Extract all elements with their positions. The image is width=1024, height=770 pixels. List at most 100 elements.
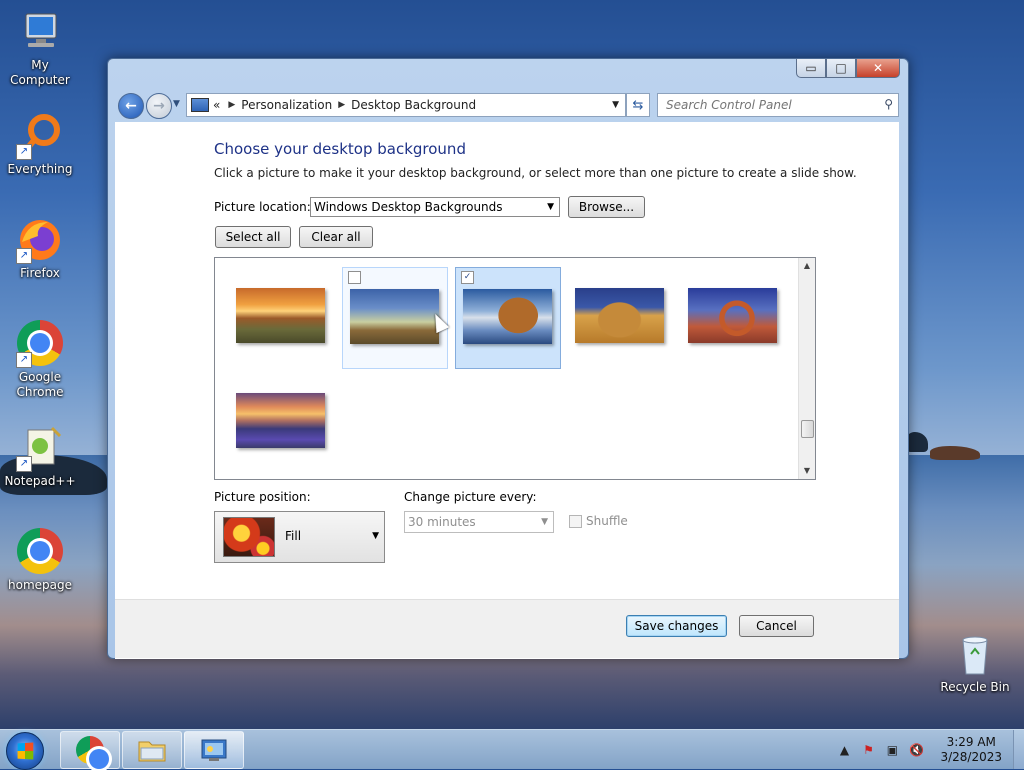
breadcrumb-desktop-background[interactable]: Desktop Background [351,98,476,112]
breadcrumb-prefix[interactable]: « [213,98,220,112]
chevron-down-icon: ▼ [372,531,379,541]
volume-muted-icon[interactable]: 🔇 [908,742,924,758]
clock-date: 3/28/2023 [940,749,1002,764]
thumbnail-checkbox[interactable] [348,271,361,284]
close-button[interactable]: ✕ [856,59,900,78]
save-changes-button[interactable]: Save changes [626,615,727,637]
shortcut-arrow-icon: ↗ [16,144,32,160]
desktop-icon-label: Firefox [20,266,60,280]
scrollbar-thumb[interactable] [801,420,814,438]
main-content: Choose your desktop background Click a p… [115,122,899,659]
scroll-up-icon[interactable]: ▲ [799,258,815,274]
address-dropdown-icon[interactable]: ▼ [612,100,619,110]
shortcut-arrow-icon: ↗ [16,248,32,264]
firefox-icon: ↗ [16,216,64,264]
desktop-icon-homepage[interactable]: homepage [0,528,80,593]
thumbnail-image [236,288,325,343]
forward-button[interactable]: → [146,93,172,119]
desktop-icon-my-computer[interactable]: My Computer [0,8,80,88]
forward-arrow-icon: → [153,98,165,114]
shuffle-checkbox: Shuffle [569,514,628,528]
minimize-icon: ▭ [805,61,817,75]
picture-position-label: Picture position: [214,490,311,504]
show-desktop-button[interactable] [1013,730,1024,769]
desktop-icon-notepad-plus-plus[interactable]: ↗ Notepad++ [0,424,80,489]
browse-button[interactable]: Browse... [568,196,645,218]
thumbnail-arch[interactable] [681,267,787,369]
chrome-icon: ↗ [16,320,64,368]
thumbnail-checkbox-checked[interactable]: ✓ [461,271,474,284]
minimize-button[interactable]: ▭ [796,59,826,78]
window-caption-buttons: ▭ □ ✕ [796,59,900,78]
desktop-background-window: ▭ □ ✕ ← → ▼ « ▶ Personalization ▶ Deskto… [107,58,909,659]
picture-location-select[interactable]: Windows Desktop Backgrounds ▼ [310,197,560,217]
notepad-plus-plus-icon: ↗ [16,424,64,472]
select-all-button[interactable]: Select all [215,226,291,248]
checkbox-box [569,514,582,528]
taskbar-chrome-button[interactable] [60,731,120,769]
desktop-icon-google-chrome[interactable]: ↗ Google Chrome [0,320,80,400]
taskbar: ▲ ⚑ ▣ 🔇 3:29 AM 3/28/2023 [0,729,1024,770]
back-button[interactable]: ← [118,93,144,119]
gallery-scrollbar[interactable]: ▲ ▼ [798,258,815,479]
dialog-footer: Save changes Cancel [115,599,899,658]
start-button[interactable] [6,732,44,770]
close-icon: ✕ [872,61,884,75]
search-input[interactable] [664,97,878,113]
change-picture-value: 30 minutes [408,515,476,529]
thumbnail-hay-bale[interactable] [568,267,674,369]
picture-position-select[interactable]: Fill ▼ [214,511,385,563]
taskbar-control-panel-button[interactable] [184,731,244,769]
chrome-icon [16,528,64,576]
desktop-icon-recycle-bin[interactable]: Recycle Bin [935,630,1015,695]
maximize-button[interactable]: □ [826,59,856,78]
chevron-down-icon: ▼ [541,517,548,527]
picture-gallery: ✓ ▲ ▼ [214,257,816,480]
picture-position-preview [223,517,275,557]
action-center-flag-icon[interactable]: ⚑ [860,742,876,758]
folder-icon [138,741,166,762]
address-bar[interactable]: « ▶ Personalization ▶ Desktop Background… [186,93,626,117]
chrome-icon [76,736,109,769]
control-panel-icon [201,739,227,761]
picture-position-value: Fill [285,529,302,543]
chevron-right-icon[interactable]: ▶ [228,100,235,110]
refresh-icon: ⇆ [632,97,644,113]
thumbnail-sea-rock[interactable]: ✓ [455,267,561,369]
change-picture-label: Change picture every: [404,490,537,504]
search-icon[interactable]: ⚲ [884,97,893,111]
chevron-right-icon[interactable]: ▶ [338,100,345,110]
desktop-icon-label: My Computer [10,58,70,87]
wallpaper-rock [930,446,980,460]
desktop-icon-label: Recycle Bin [940,680,1010,694]
scroll-down-icon[interactable]: ▼ [799,463,815,479]
clear-all-button[interactable]: Clear all [299,226,373,248]
desktop-icon-everything[interactable]: ↗ Everything [0,112,80,177]
thumbnail-lupine-sunset[interactable] [229,372,335,474]
picture-location-label: Picture location: [214,200,311,214]
change-picture-select: 30 minutes ▼ [404,511,554,533]
picture-location-value: Windows Desktop Backgrounds [314,200,503,214]
everything-search-icon: ↗ [16,112,64,160]
thumbnail-image [688,288,777,343]
navigation-bar: ← → ▼ « ▶ Personalization ▶ Desktop Back… [116,91,900,119]
refresh-button[interactable]: ⇆ [626,93,650,117]
thumbnail-sunset-field[interactable] [229,267,335,369]
cancel-button[interactable]: Cancel [739,615,814,637]
breadcrumb-personalization[interactable]: Personalization [241,98,332,112]
desktop-icon-firefox[interactable]: ↗ Firefox [0,216,80,281]
maximize-icon: □ [835,61,847,75]
wallpaper-rock [906,432,928,452]
clock[interactable]: 3:29 AM 3/28/2023 [940,735,1002,765]
recycle-bin-icon [951,630,999,678]
shortcut-arrow-icon: ↗ [16,352,32,368]
search-box[interactable]: ⚲ [657,93,899,117]
thumbnail-image [236,393,325,448]
network-icon[interactable]: ▣ [884,742,900,758]
recent-pages-dropdown-icon[interactable]: ▼ [173,99,180,109]
control-panel-icon [191,98,209,112]
show-hidden-icons-icon[interactable]: ▲ [836,742,852,758]
taskbar-explorer-button[interactable] [122,731,182,769]
clock-time: 3:29 AM [946,734,996,749]
desktop-icon-label: Google Chrome [16,370,64,399]
